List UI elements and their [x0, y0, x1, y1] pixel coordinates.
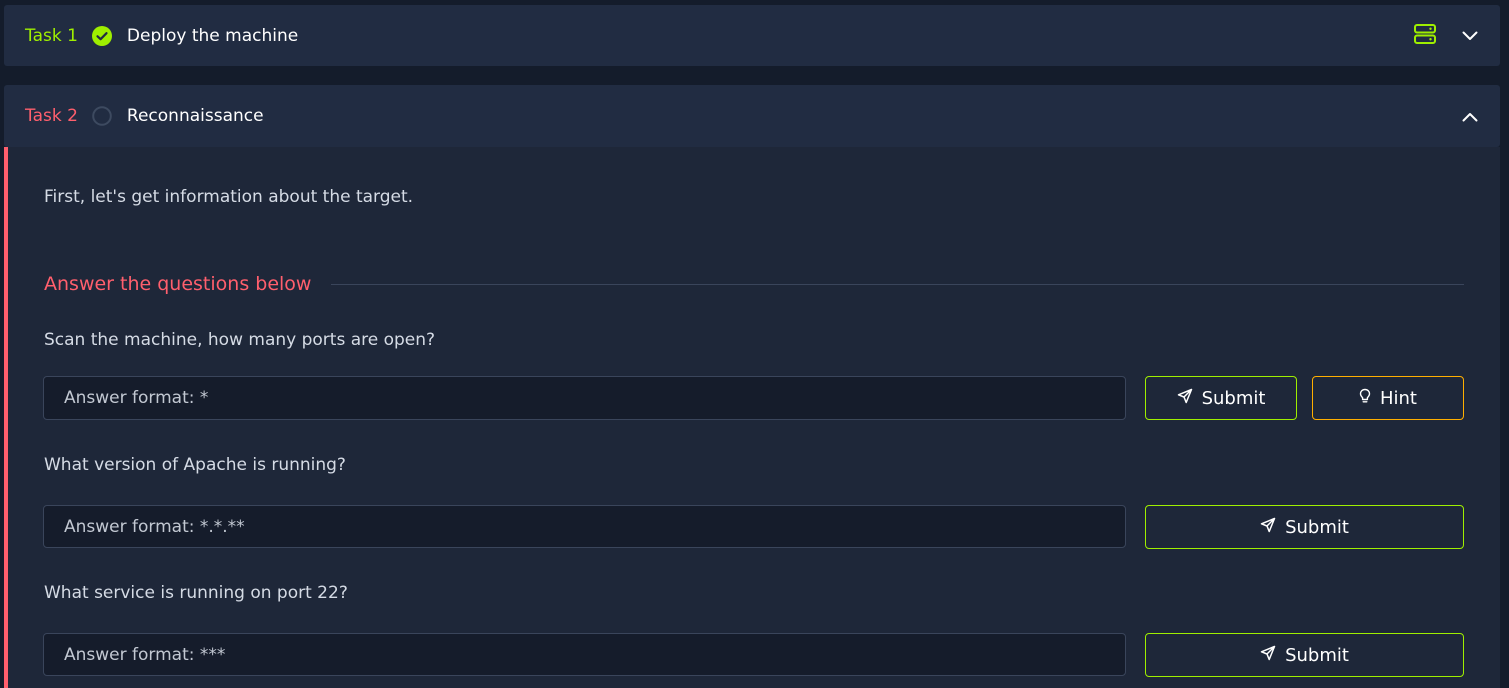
question-2-text: What version of Apache is running? — [44, 455, 346, 475]
question-1-answer-input[interactable] — [43, 376, 1126, 420]
task-number-label: Task 1 — [25, 25, 78, 46]
send-icon — [1260, 517, 1276, 538]
question-3-text: What service is running on port 22? — [44, 583, 348, 603]
task-number-label: Task 2 — [25, 106, 78, 126]
task-title: Reconnaissance — [126, 106, 264, 126]
check-circle-icon — [91, 25, 112, 46]
question-3-answer-input[interactable] — [43, 633, 1126, 676]
chevron-down-icon[interactable] — [1462, 26, 1478, 45]
empty-circle-icon — [92, 106, 112, 126]
submit-label: Submit — [1201, 387, 1266, 409]
task-2-content: First, let's get information about the t… — [4, 147, 1500, 688]
task-title: Deploy the machine — [126, 25, 299, 46]
task-1-header[interactable]: Task 1 Deploy the machine — [4, 5, 1500, 66]
task-intro-text: First, let's get information about the t… — [44, 187, 414, 207]
question-1-hint-button[interactable]: Hint — [1312, 376, 1464, 420]
lightbulb-icon — [1359, 388, 1371, 409]
chevron-up-icon[interactable] — [1462, 107, 1478, 126]
questions-section-heading: Answer the questions below — [44, 273, 1464, 295]
task-list: Task 1 Deploy the machine Task 2 Reconna… — [0, 0, 1509, 688]
submit-label: Submit — [1285, 644, 1349, 666]
send-icon — [1177, 388, 1193, 409]
question-1-submit-button[interactable]: Submit — [1145, 376, 1297, 420]
heading-divider — [331, 283, 1464, 285]
question-1-text: Scan the machine, how many ports are ope… — [44, 330, 436, 350]
questions-heading-text: Answer the questions below — [44, 273, 312, 295]
question-2-submit-button[interactable]: Submit — [1145, 505, 1464, 549]
question-2-answer-input[interactable] — [43, 505, 1126, 548]
submit-label: Submit — [1285, 516, 1349, 538]
question-3-submit-button[interactable]: Submit — [1145, 633, 1464, 677]
hint-label: Hint — [1379, 387, 1417, 409]
send-icon — [1260, 645, 1276, 666]
server-icon[interactable] — [1414, 23, 1436, 48]
task-2-header[interactable]: Task 2 Reconnaissance — [4, 85, 1500, 147]
